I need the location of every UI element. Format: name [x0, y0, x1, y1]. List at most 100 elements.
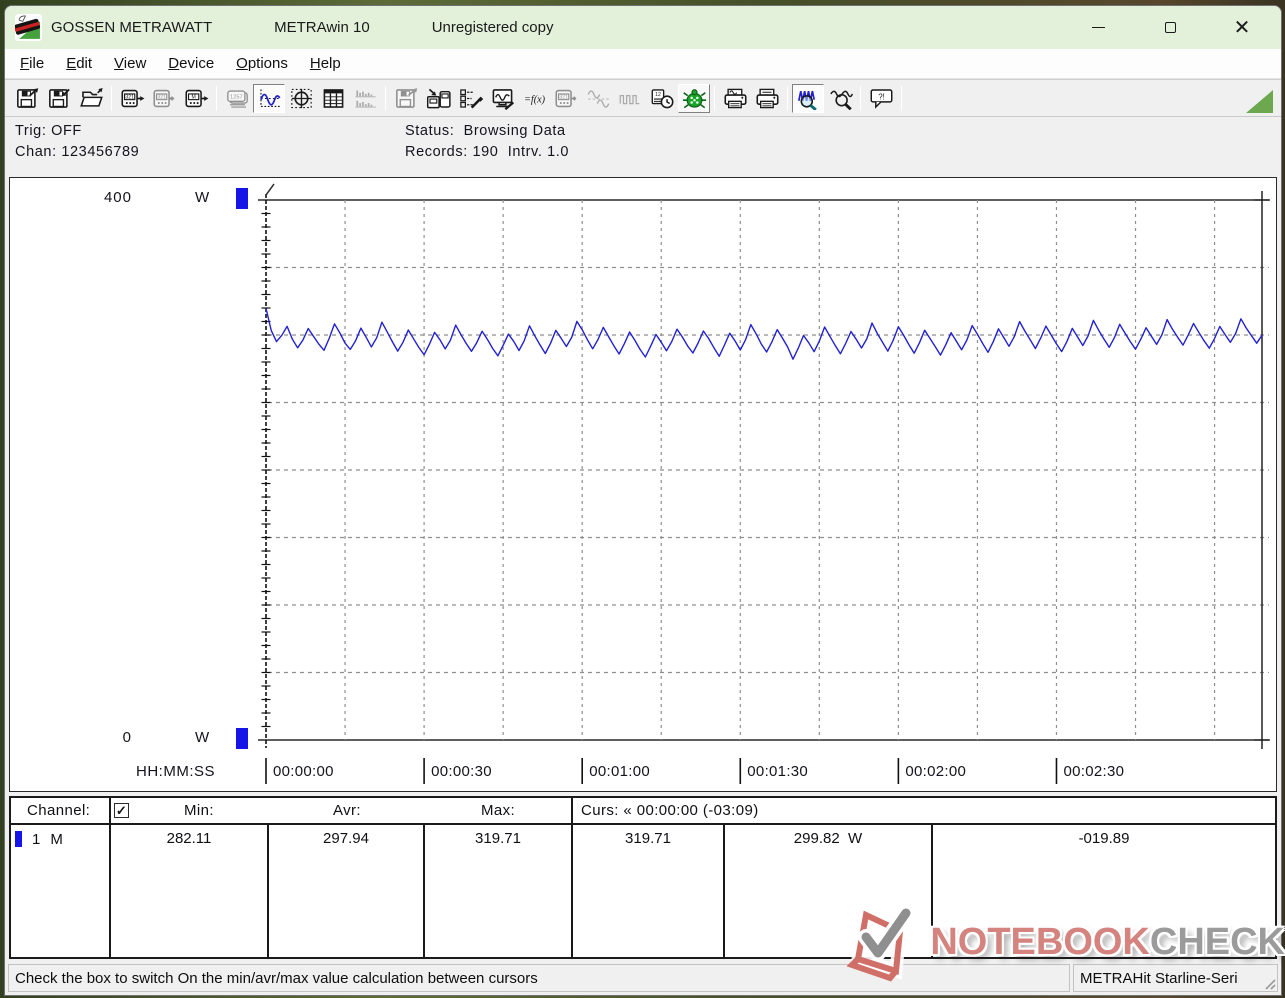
monitor-setup-icon — [490, 87, 515, 110]
display-values-button: 1257 — [221, 84, 253, 113]
save-button[interactable] — [43, 84, 75, 113]
close-icon: ✕ — [1234, 18, 1251, 38]
table-view-icon — [321, 87, 346, 110]
export-data-button — [390, 84, 422, 113]
status-panel: Trig: OFF Chan: 123456789 Status: Browsi… — [5, 116, 1281, 172]
chart-view-button[interactable] — [253, 84, 285, 113]
y-axis-unit-bottom: W — [195, 729, 210, 746]
col-header-max: Max: — [425, 798, 571, 825]
read-memory-button[interactable]: M — [180, 84, 212, 113]
channel-setup-icon — [458, 87, 483, 110]
window-title-license: Unregistered copy — [432, 19, 554, 36]
menu-device[interactable]: Device — [157, 51, 225, 76]
svg-text:M: M — [191, 94, 195, 100]
y-axis-min-label: 0 — [80, 729, 132, 746]
toolbar-corner-grip[interactable] — [1246, 90, 1273, 113]
svg-text:12: 12 — [655, 92, 661, 98]
toolbar-separator — [216, 86, 217, 111]
window-title-brand: GOSSEN METRAWATT — [51, 19, 212, 36]
chart-plot[interactable] — [10, 178, 1277, 792]
channel-color-marker-top — [236, 188, 248, 209]
avr-label: Avr: — [269, 802, 425, 819]
scope-view-button[interactable] — [285, 84, 317, 113]
open-button[interactable] — [75, 84, 107, 113]
toolbar-separator — [860, 86, 861, 111]
hint-icon: ?! — [869, 87, 894, 110]
read-device-button[interactable]: 321 — [116, 84, 148, 113]
scope-view-icon — [289, 87, 314, 110]
demo-mode-button[interactable] — [678, 84, 710, 113]
table-view-button[interactable] — [317, 84, 349, 113]
device-display-icon: 321 — [554, 87, 579, 110]
store-to-device-button[interactable] — [422, 84, 454, 113]
channel-setup-button[interactable] — [454, 84, 486, 113]
menu-options[interactable]: Options — [225, 51, 299, 76]
cell-min: 282.11 — [111, 825, 269, 957]
zoom-mode-button[interactable] — [792, 84, 824, 113]
pulse-output-button — [614, 84, 646, 113]
time-settings-icon: 12 — [650, 87, 675, 110]
minmax-checkbox[interactable]: ✓ — [114, 803, 129, 818]
maximize-button[interactable] — [1159, 17, 1181, 39]
menu-bar: FileEditViewDeviceOptionsHelp — [5, 49, 1281, 79]
app-window: GOSSEN METRAWATT METRAwin 10 Unregistere… — [4, 5, 1282, 996]
cell-max: 319.71 — [425, 825, 571, 957]
menu-file[interactable]: File — [9, 51, 55, 76]
channel-color-marker-bottom — [236, 728, 248, 749]
zoom-reset-button[interactable] — [824, 84, 856, 113]
chart-panel[interactable]: 400 W 0 W HH:MM:SS 00:00:0000:00:3000:01… — [9, 177, 1277, 792]
toolbar-separator — [901, 86, 902, 111]
toolbar: 321321M1257=f(x)32112?! — [5, 79, 1281, 116]
monitor-setup-button[interactable] — [486, 84, 518, 113]
store-to-device-icon — [426, 87, 451, 110]
measurement-table: Channel: ✓ Min: Avr: Max: Curs: « 00:00:… — [9, 796, 1277, 959]
demo-mode-icon — [682, 87, 707, 110]
cell-avr: 297.94 — [269, 825, 425, 957]
x-axis-tick-label: 00:02:00 — [905, 763, 966, 780]
time-settings-button[interactable]: 12 — [646, 84, 678, 113]
statusbar-device: METRAHit Starline-Seri — [1073, 964, 1278, 992]
display-values-icon: 1257 — [225, 87, 250, 110]
col-header-min: ✓ Min: — [111, 798, 269, 825]
cursor-right-unit: W — [848, 830, 862, 847]
channel-list: Chan: 123456789 — [15, 144, 139, 160]
status-bar: Check the box to switch On the min/avr/m… — [5, 961, 1281, 995]
col-header-channel: Channel: — [11, 798, 111, 825]
menu-edit[interactable]: Edit — [55, 51, 103, 76]
device-name: METRAHit Starline-Seri — [1080, 970, 1238, 987]
print-preview-icon — [723, 87, 748, 110]
cursor-right-value: 299.82 — [794, 830, 840, 847]
svg-text:?!: ?! — [878, 92, 885, 101]
channel-row-id[interactable]: 1 M — [11, 825, 111, 957]
acquisition-status: Status: Browsing Data — [405, 123, 566, 139]
menu-help[interactable]: Help — [299, 51, 352, 76]
x-axis-tick-label: 00:01:00 — [589, 763, 650, 780]
close-button[interactable]: ✕ — [1231, 17, 1253, 39]
toolbar-separator — [385, 86, 386, 111]
svg-text:321: 321 — [559, 94, 568, 100]
channel-color-swatch — [15, 831, 22, 847]
hint-button[interactable]: ?! — [865, 84, 897, 113]
resize-grip[interactable] — [1262, 976, 1276, 990]
formula-button[interactable]: =f(x) — [518, 84, 550, 113]
toolbar-separator — [111, 86, 112, 111]
x-axis-tick-label: 00:02:30 — [1063, 763, 1124, 780]
pulse-output-icon — [618, 87, 643, 110]
x-axis-tick-label: 00:00:30 — [431, 763, 492, 780]
analog-output-button — [582, 84, 614, 113]
open-icon — [79, 87, 104, 110]
read-memory-icon: M — [184, 87, 209, 110]
print-button[interactable] — [751, 84, 783, 113]
zoom-reset-icon — [828, 87, 853, 110]
window-title-app: METRAwin 10 — [274, 19, 370, 36]
chart-view-icon — [257, 87, 282, 110]
save-as-button[interactable] — [11, 84, 43, 113]
minimize-button[interactable] — [1087, 17, 1109, 39]
col-header-cursor: Curs: « 00:00:00 (-03:09) — [571, 798, 1275, 825]
trigger-status: Trig: OFF — [15, 123, 82, 139]
svg-text:1257: 1257 — [230, 94, 243, 100]
title-bar[interactable]: GOSSEN METRAWATT METRAwin 10 Unregistere… — [5, 6, 1281, 49]
toolbar-separator — [787, 86, 788, 111]
print-preview-button[interactable] — [719, 84, 751, 113]
menu-view[interactable]: View — [103, 51, 157, 76]
